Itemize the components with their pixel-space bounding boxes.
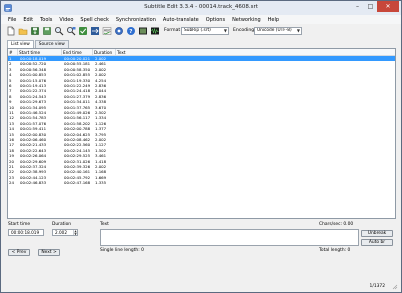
total-length: Total length: 0 [319, 248, 351, 253]
menu-networking[interactable]: Networking [229, 17, 265, 23]
edit-panel: Start time 00:00:18.019 Duration 2.002 ▲… [7, 222, 396, 259]
svg-text:?: ? [129, 29, 132, 35]
save-as-icon[interactable] [42, 26, 52, 36]
chars-per-sec: Chars/sec: 0.00 [319, 222, 354, 227]
prev-button[interactable]: < Prev [8, 249, 30, 256]
title-bar[interactable]: Subtitle Edit 3.3.4 - 00014.track_4608.s… [1, 1, 401, 15]
replace-icon[interactable] [66, 26, 76, 36]
view-tabs: List view Source view [7, 40, 70, 48]
start-time-value: 00:00:18.019 [11, 230, 40, 235]
maximize-button[interactable]: □ [364, 1, 377, 12]
duration-label: Duration [52, 222, 72, 227]
column-header-duration[interactable]: Duration [93, 49, 116, 56]
single-line-length: Single line length: 0 [100, 248, 144, 253]
start-time-label: Start time [8, 222, 31, 227]
status-bar: 1/1372 [1, 280, 401, 292]
start-time-input[interactable]: 00:00:18.019 [8, 229, 44, 236]
waveform-icon[interactable] [150, 26, 160, 36]
video-icon[interactable] [138, 26, 148, 36]
open-folder-icon[interactable] [18, 26, 28, 36]
column-header-end-time[interactable]: End time [62, 49, 93, 56]
menu-video[interactable]: Video [56, 17, 77, 23]
svg-text:ABC: ABC [104, 29, 112, 33]
cell-number: 24 [9, 180, 14, 186]
help-icon[interactable]: ? [126, 26, 136, 36]
next-button[interactable]: Next > [38, 249, 60, 256]
column-header-text[interactable]: Text [116, 49, 395, 56]
menu-bar: File Edit Tools Video Spell check Synchr… [1, 15, 401, 24]
auto-br-button[interactable]: Auto br [361, 239, 393, 246]
visual-sync-icon[interactable] [90, 26, 100, 36]
subtitle-text-input[interactable] [100, 229, 359, 246]
column-header-start-time[interactable]: Start time [18, 49, 62, 56]
settings-icon[interactable] [114, 26, 124, 36]
encoding-select[interactable]: Unicode (UTF-8) ▼ [254, 27, 302, 35]
resize-grip-icon[interactable] [392, 284, 398, 290]
chevron-down-icon: ▼ [296, 28, 300, 33]
window-title: Subtitle Edit 3.3.4 - 00014.track_4608.s… [144, 4, 258, 10]
table-row[interactable]: 24 00:02:46.833 00:02:47.168 1.335 [8, 180, 395, 185]
grid-header: # Start time End time Duration Text [8, 49, 395, 56]
spell-check-icon[interactable]: ABC [102, 26, 112, 36]
text-label: Text [100, 222, 109, 227]
chevron-down-icon: ▼ [223, 28, 227, 33]
tab-source-view[interactable]: Source view [34, 40, 69, 48]
tab-list-view[interactable]: List view [7, 40, 34, 48]
format-label: Format [164, 28, 181, 33]
subtitle-grid[interactable]: # Start time End time Duration Text 1 00:… [7, 48, 396, 219]
menu-synchronization[interactable]: Synchronization [113, 17, 160, 23]
menu-file[interactable]: File [5, 17, 20, 23]
menu-spell-check[interactable]: Spell check [77, 17, 112, 23]
toolbar: ABC ? Format SubRip (.srt) ▼ Encoding Un… [1, 24, 401, 38]
format-select[interactable]: SubRip (.srt) ▼ [181, 27, 229, 35]
encoding-label: Encoding [233, 28, 255, 33]
menu-edit[interactable]: Edit [20, 17, 37, 23]
menu-options[interactable]: Options [203, 17, 229, 23]
menu-help[interactable]: Help [265, 17, 283, 23]
menu-auto-translate[interactable]: Auto-translate [160, 17, 203, 23]
fix-errors-icon[interactable] [78, 26, 88, 36]
column-header-number[interactable]: # [8, 49, 18, 56]
subtitle-position: 1/1372 [369, 284, 385, 289]
new-file-icon[interactable] [6, 26, 16, 36]
menu-tools[interactable]: Tools [37, 17, 56, 23]
find-icon[interactable] [54, 26, 64, 36]
cell-duration: 1.335 [95, 180, 107, 186]
minimize-button[interactable]: – [351, 1, 364, 12]
window-controls: – □ ✕ [351, 1, 399, 12]
unbreak-button[interactable]: Unbreak [361, 230, 393, 237]
encoding-select-value: Unicode (UTF-8) [257, 28, 292, 33]
duration-stepper[interactable]: 2.002 ▲ ▼ [52, 229, 78, 236]
close-button[interactable]: ✕ [377, 1, 399, 12]
duration-value: 2.002 [55, 230, 67, 235]
main-window: Subtitle Edit 3.3.4 - 00014.track_4608.s… [0, 0, 402, 293]
spin-arrows-icon[interactable]: ▲ ▼ [73, 230, 77, 235]
format-select-value: SubRip (.srt) [184, 28, 211, 33]
cell-end-time: 00:02:47.168 [64, 180, 91, 186]
save-icon[interactable] [30, 26, 40, 36]
cell-start-time: 00:02:46.833 [20, 180, 47, 186]
